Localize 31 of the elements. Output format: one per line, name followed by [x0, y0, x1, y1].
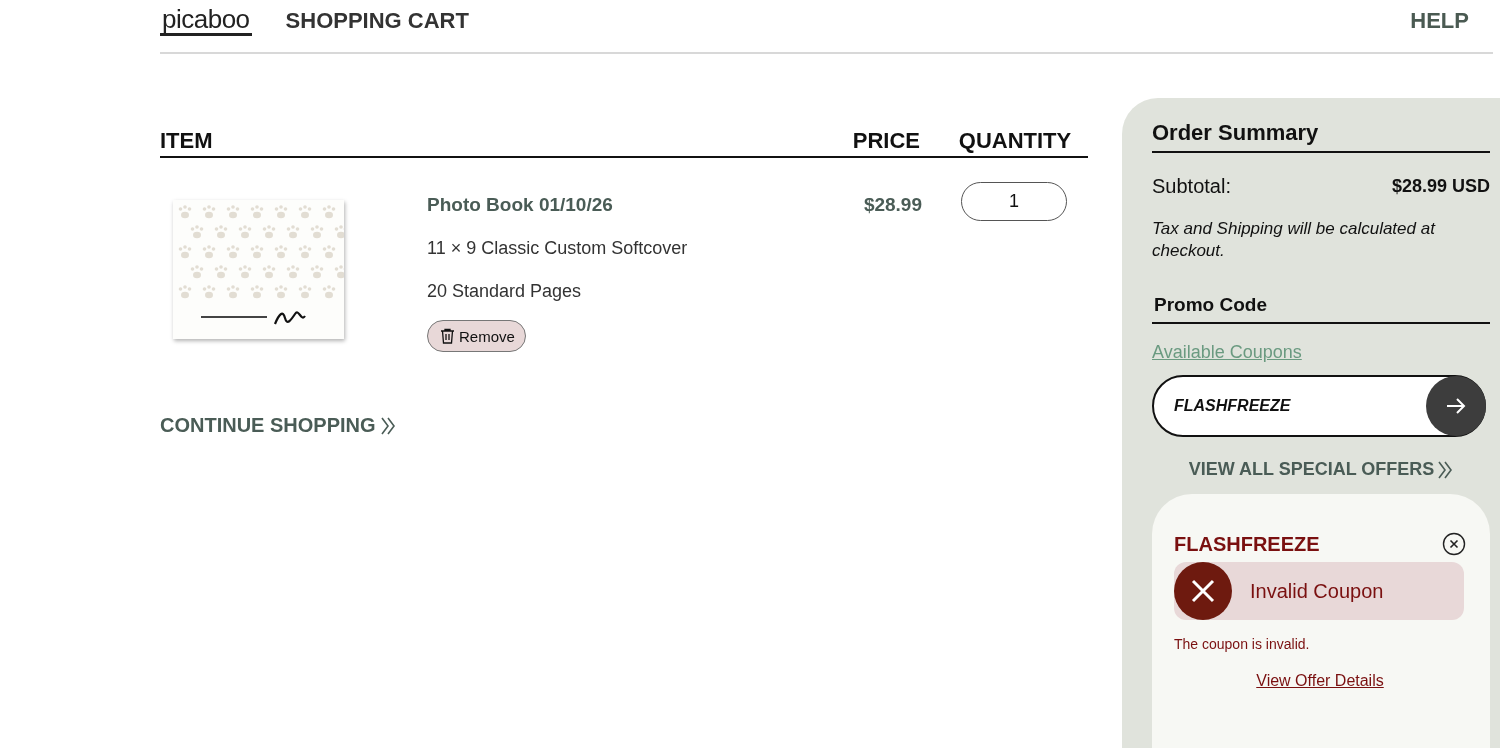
remove-button[interactable]: Remove [427, 320, 526, 352]
subtotal-value: $28.99 USD [1391, 176, 1490, 197]
double-chevron-icon [1437, 459, 1454, 480]
item-price: $28.99 [862, 194, 923, 217]
promo-title: Promo Code [1152, 294, 1490, 324]
coupon-status: Invalid Coupon [1250, 579, 1384, 603]
arrow-right-icon [1446, 397, 1466, 415]
column-header: ITEM [160, 128, 214, 154]
double-chevron-icon [379, 415, 396, 436]
offer-details-link[interactable]: View Offer Details [1256, 672, 1384, 690]
quantity-field[interactable]: 1 [961, 182, 1067, 221]
close-icon [1174, 562, 1232, 620]
continue-shopping-link[interactable]: CONTINUE SHOPPING [160, 414, 396, 437]
page-title: SHOPPING CART [285, 8, 469, 34]
help-link[interactable]: HELP [1410, 8, 1469, 34]
column-header: PRICE [851, 128, 921, 154]
coupon-code: FLASHFREEZE [1174, 532, 1320, 556]
special-offers-link[interactable]: VIEW ALL SPECIAL OFFERS [1188, 459, 1454, 480]
trash-icon [440, 328, 455, 344]
product-detail: 20 Standard Pages [427, 281, 583, 302]
shipping-note: Tax and Shipping will be calculated at checkout. [1152, 218, 1437, 262]
coupon-message: The coupon is invalid. [1174, 636, 1311, 652]
close-icon[interactable] [1442, 532, 1466, 556]
apply-button[interactable] [1426, 376, 1486, 436]
product-detail: 11 × 9 Classic Custom Softcover [427, 238, 688, 259]
product-name[interactable]: Photo Book 01/10/26 [427, 194, 688, 216]
logo[interactable]: picaboo [160, 6, 252, 36]
column-header: QUANTITY [957, 128, 1073, 154]
promo-code-field[interactable]: FLASHFREEZE [1172, 396, 1392, 416]
subtotal-label: Subtotal: [1152, 175, 1231, 198]
summary-title: Order Summary [1152, 120, 1490, 153]
